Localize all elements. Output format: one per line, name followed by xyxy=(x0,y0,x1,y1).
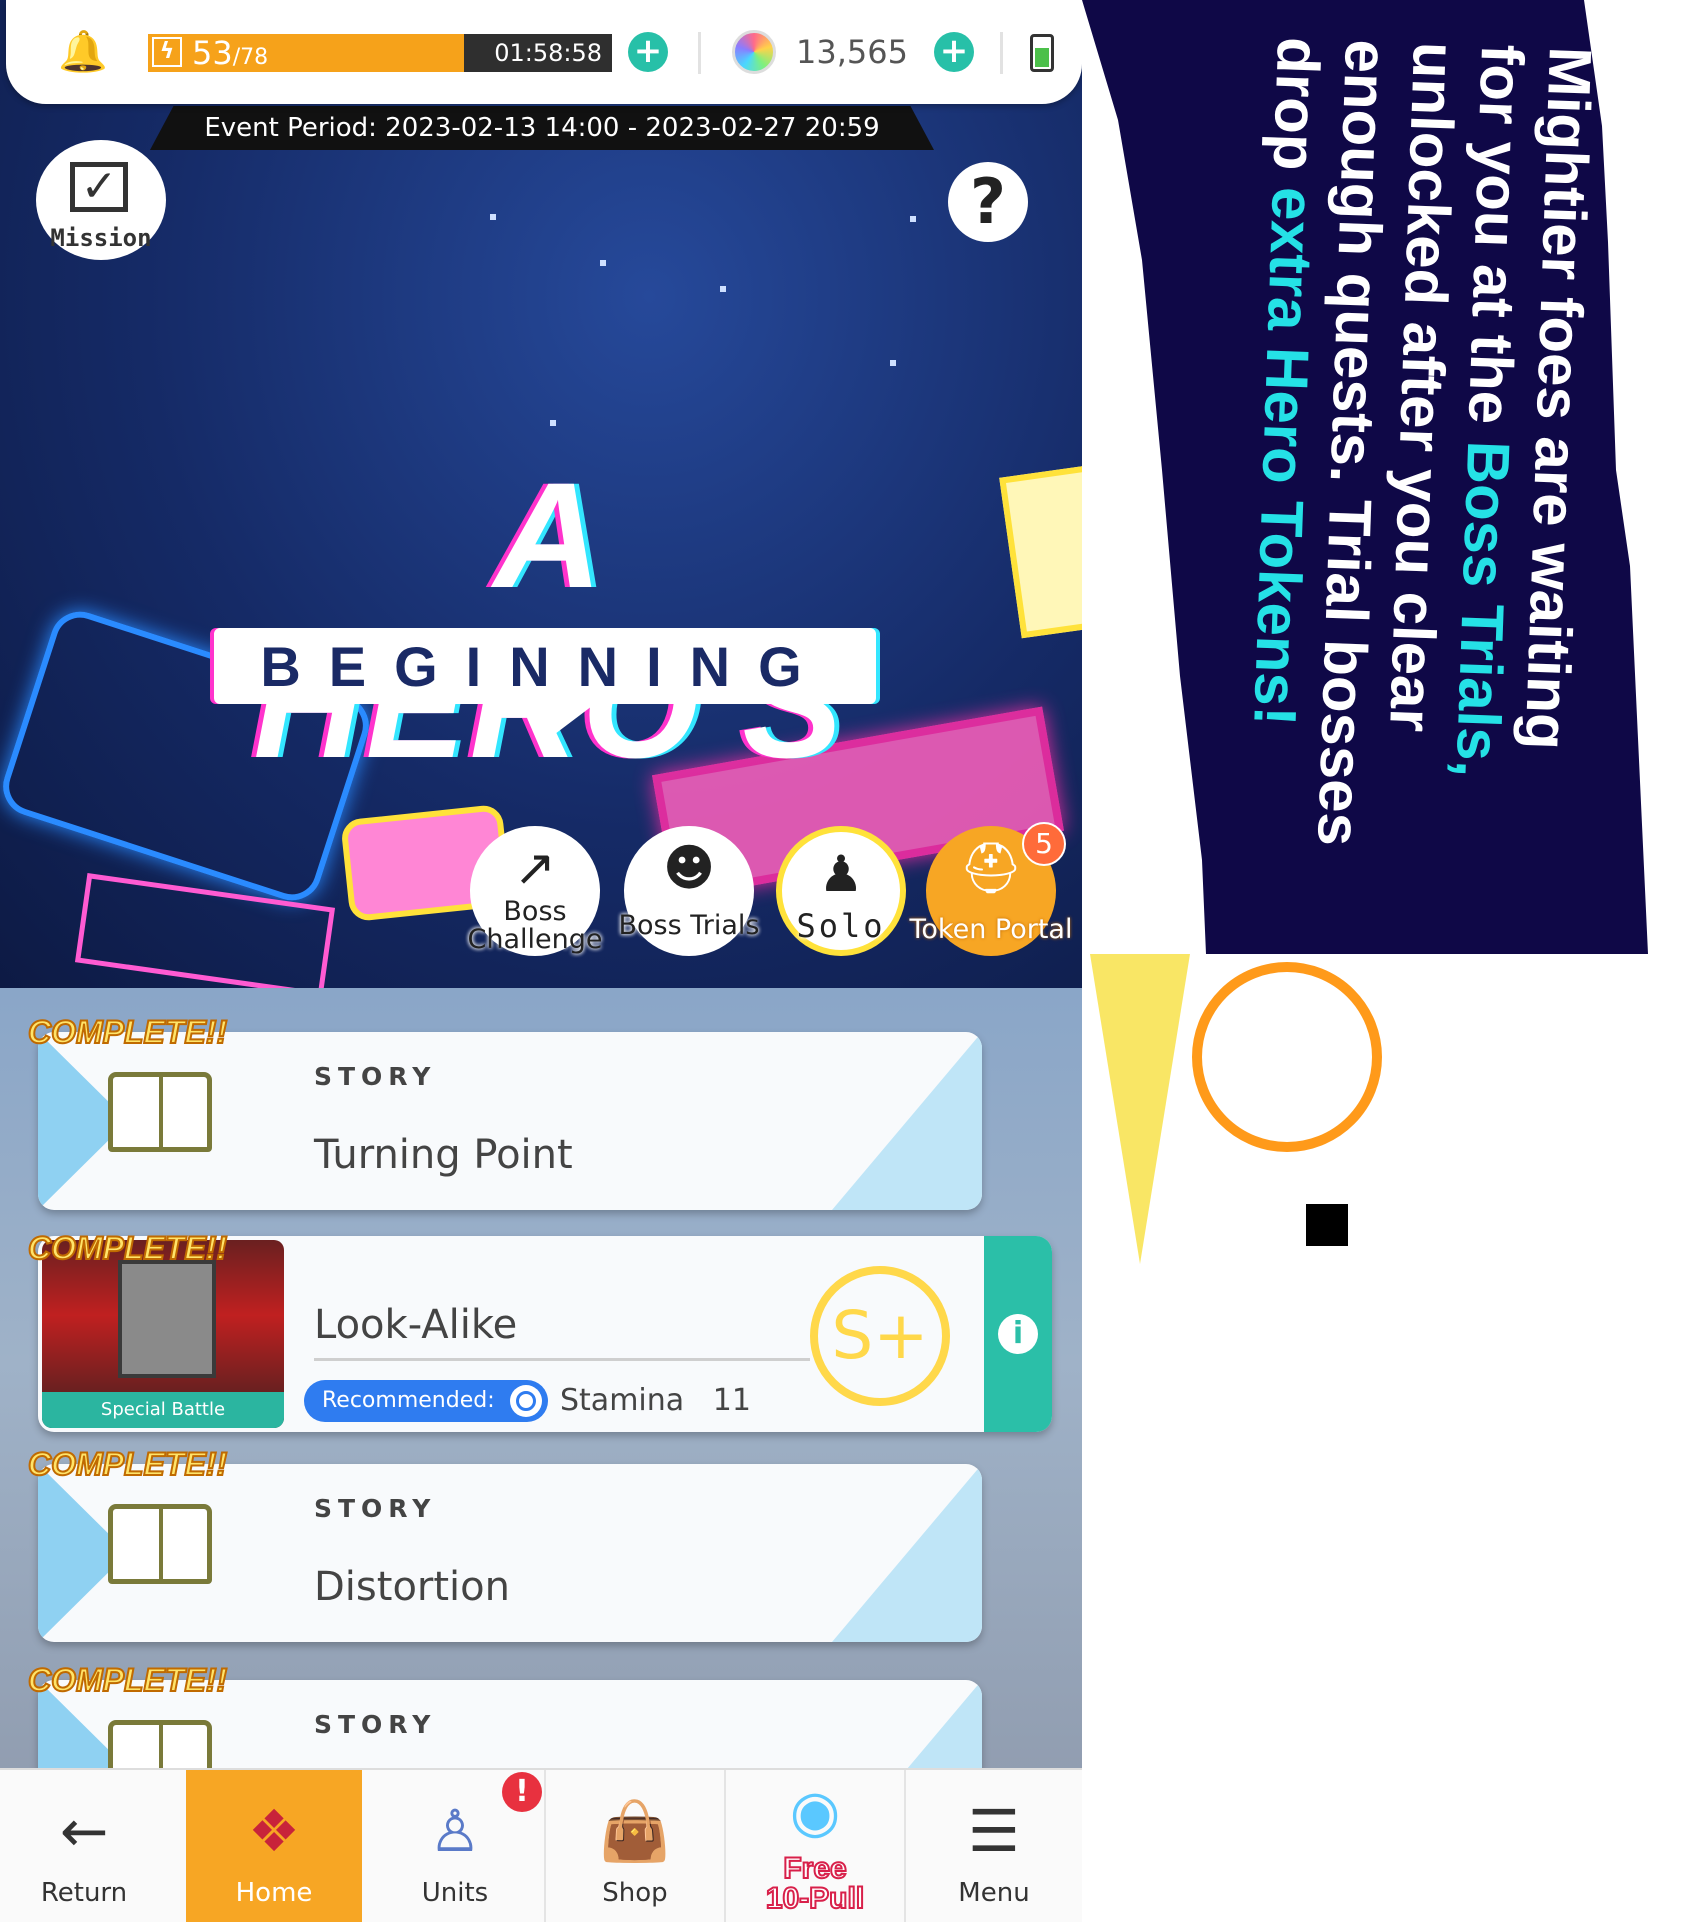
book-icon xyxy=(108,1072,212,1152)
free-pull-top: Free xyxy=(782,1852,847,1885)
token-portal-label: Token Portal xyxy=(909,914,1073,945)
neon-sign-yellow-right xyxy=(999,463,1082,639)
stamina-value: 53/78 xyxy=(192,34,268,77)
chart-icon: ↗ xyxy=(514,839,556,897)
checkbox-icon: ✓ xyxy=(70,162,128,212)
add-gems-button[interactable]: + xyxy=(934,32,974,72)
star-decoration xyxy=(490,214,496,220)
boss-challenge-button[interactable]: ↗ Boss Challenge xyxy=(468,826,603,956)
add-stamina-button[interactable]: + xyxy=(628,32,668,72)
title-triangle-decoration xyxy=(510,700,600,734)
divider xyxy=(1000,32,1003,74)
summon-orb-icon: ◉ xyxy=(789,1777,841,1845)
complete-badge: COMPLETE!! xyxy=(27,1229,228,1267)
demon-face-icon: ☻ xyxy=(662,839,716,897)
rank-badge: S+ xyxy=(810,1266,950,1406)
mission-button[interactable]: ✓ Mission xyxy=(36,140,166,260)
promo-line5a: drop xyxy=(1259,36,1333,189)
spotlight-decoration xyxy=(1090,954,1190,1264)
event-title: A HERO'S xyxy=(253,451,847,789)
shop-bag-icon: 👜 xyxy=(598,1797,672,1865)
battery-icon xyxy=(1030,34,1054,72)
quest-type: STORY xyxy=(314,1062,437,1091)
boss-challenge-label: Boss Challenge xyxy=(467,896,603,955)
nav-free-pull[interactable]: ◉ Free 10-Pull xyxy=(726,1770,904,1922)
black-square-decoration xyxy=(1306,1204,1348,1246)
solo-hero-icon: ♟ xyxy=(818,845,864,903)
quest-type: STORY xyxy=(314,1494,437,1523)
toggle-knob-icon xyxy=(510,1385,542,1417)
nav-shop[interactable]: 👜 Shop xyxy=(546,1770,724,1922)
boss-portrait: Special Battle xyxy=(42,1240,284,1428)
info-icon: i xyxy=(998,1314,1038,1354)
complete-badge: COMPLETE!! xyxy=(27,1661,228,1699)
complete-badge: COMPLETE!! xyxy=(27,1013,228,1051)
quest-title: Distortion xyxy=(314,1564,510,1610)
mission-label: Mission xyxy=(50,224,152,252)
battery-level xyxy=(1035,47,1049,67)
nav-return-label: Return xyxy=(40,1878,128,1908)
stamina-current: 53 xyxy=(192,34,233,72)
card-decoration xyxy=(832,1032,982,1210)
boss-trials-button[interactable]: ☻ Boss Trials xyxy=(619,826,760,956)
recommended-label: Recommended: xyxy=(322,1388,495,1413)
nav-menu-label: Menu xyxy=(958,1878,1030,1908)
nav-return[interactable]: ← Return xyxy=(0,1770,168,1922)
status-bar: 🔔 ϟ 53/78 01:58:58 + 13,565 + xyxy=(6,0,1082,104)
menu-list-icon: ☰ xyxy=(968,1797,1020,1865)
nav-home[interactable]: ❖ Home xyxy=(186,1770,362,1922)
solo-button[interactable]: ♟ Solo xyxy=(776,826,906,956)
arrow-left-icon: ← xyxy=(59,1797,109,1865)
star-decoration xyxy=(910,216,916,222)
star-decoration xyxy=(600,260,606,266)
quest-title: Look-Alike xyxy=(314,1302,518,1348)
highlight-ring xyxy=(1192,962,1382,1152)
promo-line2a: for you at the xyxy=(1455,43,1537,443)
card-decoration xyxy=(832,1464,982,1642)
promo-highlight-boss-trials: Boss Trials, xyxy=(1443,439,1523,779)
divider xyxy=(314,1358,810,1361)
help-button[interactable]: ? xyxy=(948,162,1028,242)
event-period: Event Period: 2023-02-13 14:00 - 2023-02… xyxy=(150,106,934,150)
stamina-cost: Stamina 11 xyxy=(560,1383,751,1418)
promo-caption: Mightier foes are waiting for you at the… xyxy=(1070,30,1604,919)
complete-badge: COMPLETE!! xyxy=(27,1445,228,1483)
stamina-bar: ϟ 53/78 01:58:58 xyxy=(148,34,612,72)
bell-icon[interactable]: 🔔 xyxy=(58,30,108,74)
nav-shop-label: Shop xyxy=(602,1878,668,1908)
star-decoration xyxy=(720,286,726,292)
quest-title: Turning Point xyxy=(314,1132,573,1178)
info-tab[interactable]: i xyxy=(984,1236,1052,1432)
free-pull-bottom: 10-Pull xyxy=(765,1882,865,1915)
special-battle-label: Special Battle xyxy=(42,1392,284,1428)
quest-type: STORY xyxy=(314,1710,437,1739)
gem-count: 13,565 xyxy=(796,33,908,71)
gem-icon xyxy=(732,30,776,74)
stamina-timer: 01:58:58 xyxy=(494,39,602,67)
solo-label: Solo xyxy=(796,907,886,945)
star-decoration xyxy=(890,360,896,366)
lightning-icon: ϟ xyxy=(152,37,182,67)
units-alert-badge: ! xyxy=(502,1772,542,1812)
boss-trials-label: Boss Trials xyxy=(618,910,760,941)
boss-robot-image xyxy=(118,1260,216,1378)
quest-card[interactable]: STORY Turning Point xyxy=(38,1032,982,1210)
recommended-toggle[interactable]: Recommended: xyxy=(304,1380,548,1422)
nav-menu[interactable]: ☰ Menu xyxy=(906,1770,1082,1922)
nav-home-label: Home xyxy=(235,1878,313,1908)
home-emblem-icon: ❖ xyxy=(248,1797,300,1865)
token-portal-badge: 5 xyxy=(1022,822,1066,866)
star-decoration xyxy=(550,420,556,426)
nav-units-label: Units xyxy=(421,1878,489,1908)
book-icon xyxy=(108,1504,212,1584)
event-subtitle: BEGINNING xyxy=(214,628,876,704)
token-bag-icon: ⛑ xyxy=(959,839,1023,897)
game-panel: ✓ Mission ? A HERO'S BEGINNING ↗ Boss Ch… xyxy=(0,0,1082,1922)
free-pull-label: Free 10-Pull xyxy=(726,1852,904,1915)
divider xyxy=(698,32,701,74)
stamina-max: /78 xyxy=(232,45,269,70)
quest-card[interactable]: STORY Distortion xyxy=(38,1464,982,1642)
